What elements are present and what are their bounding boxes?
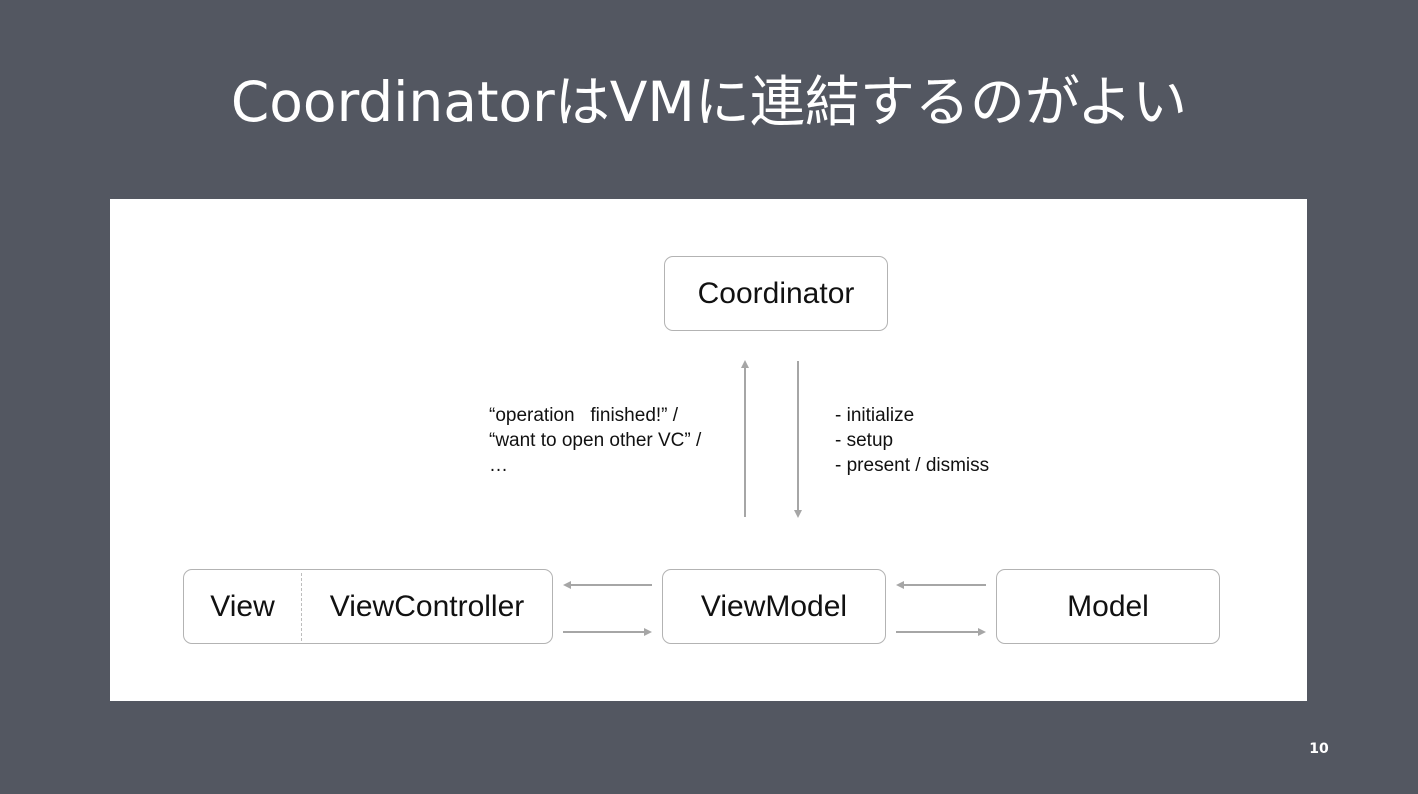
- slide-title: CoordinatorはVMに連結するのがよい: [230, 70, 1188, 134]
- arrows-layer: [563, 360, 986, 636]
- page-number: 10: [1309, 741, 1329, 757]
- diagram-panel: Coordinator “operation finished!” / “wan…: [110, 199, 1307, 701]
